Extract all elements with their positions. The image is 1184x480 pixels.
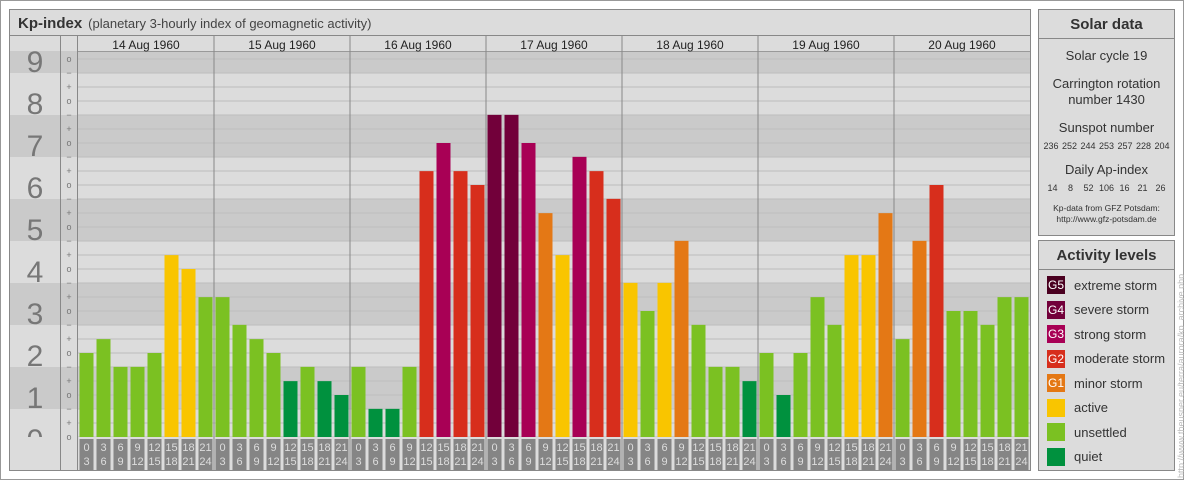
ap-value: 106 xyxy=(1098,183,1115,193)
solar-data-panel: Solar data Solar cycle 19 Carrington rot… xyxy=(1038,9,1175,236)
activity-legend: Activity levels G5 extreme storm G4 severe … xyxy=(1038,240,1175,471)
chart-title-bar: Kp-index (planetary 3-hourly index of geo… xyxy=(10,10,1030,36)
solar-data-title: Solar data xyxy=(1039,10,1174,39)
chart-title: Kp-index xyxy=(18,15,83,32)
chart-subtitle: (planetary 3-hourly index of geomagnetic… xyxy=(88,16,372,31)
legend-title: Activity levels xyxy=(1039,241,1174,270)
ap-value: 52 xyxy=(1083,183,1094,193)
legend-swatch: G1 xyxy=(1047,374,1065,393)
legend-label: active xyxy=(1074,400,1108,416)
solar-cycle: Solar cycle 19 xyxy=(1065,48,1148,63)
legend-item-G4: G4 severe storm xyxy=(1039,298,1174,323)
ap-label: Daily Ap-index xyxy=(1064,162,1149,177)
legend-swatch: G4 xyxy=(1047,300,1065,319)
source-link[interactable]: http://www.gfz-potsdam.de xyxy=(1039,214,1174,225)
legend-swatch xyxy=(1047,447,1065,466)
legend-item-quiet: quiet xyxy=(1039,445,1174,470)
legend-label: quiet xyxy=(1074,449,1103,465)
watermark: http://www.theusner.eu/terra/aurora/kp_a… xyxy=(1176,273,1184,478)
ap-value: 8 xyxy=(1067,183,1073,193)
sunspot-values: 236 252 244 253 257 228 204 xyxy=(1043,141,1170,151)
ap-values: 14 8 52 106 16 21 26 xyxy=(1039,183,1174,193)
legend-swatch: G5 xyxy=(1047,276,1065,295)
legend-label: strong storm xyxy=(1074,326,1147,342)
legend-label: unsettled xyxy=(1074,424,1127,440)
ap-value: 14 xyxy=(1047,183,1058,193)
legend-label: extreme storm xyxy=(1074,277,1158,293)
sunspot-label: Sunspot number xyxy=(1058,120,1155,135)
legend-label: minor storm xyxy=(1074,375,1143,391)
legend-item-active: active xyxy=(1039,396,1174,421)
carrington-number: number 1430 xyxy=(1068,92,1145,107)
ap-value: 26 xyxy=(1155,183,1166,193)
legend-swatch: G3 xyxy=(1047,325,1065,344)
legend-item-G2: G2 moderate storm xyxy=(1039,347,1174,372)
legend-item-unsettled: unsettled xyxy=(1039,420,1174,445)
carrington-label: Carrington rotation xyxy=(1052,76,1161,91)
source-label: Kp-data from GFZ Potsdam: xyxy=(1053,203,1160,213)
ap-value: 21 xyxy=(1137,183,1148,193)
legend-swatch xyxy=(1047,398,1065,417)
legend-swatch: G2 xyxy=(1047,349,1065,368)
legend-item-G1: G1 minor storm xyxy=(1039,371,1174,396)
carrington-rotation: Carrington rotation number 1430 xyxy=(1039,76,1174,108)
kp-chart-panel xyxy=(9,9,1031,471)
legend-label: severe storm xyxy=(1074,302,1150,318)
legend-item-G3: G3 strong storm xyxy=(1039,322,1174,347)
legend-item-G5: G5 extreme storm xyxy=(1039,273,1174,298)
legend-swatch xyxy=(1047,423,1065,442)
ap-value: 16 xyxy=(1119,183,1130,193)
legend-label: moderate storm xyxy=(1074,351,1166,367)
data-source: Kp-data from GFZ Potsdam: http://www.gfz-… xyxy=(1039,203,1174,225)
